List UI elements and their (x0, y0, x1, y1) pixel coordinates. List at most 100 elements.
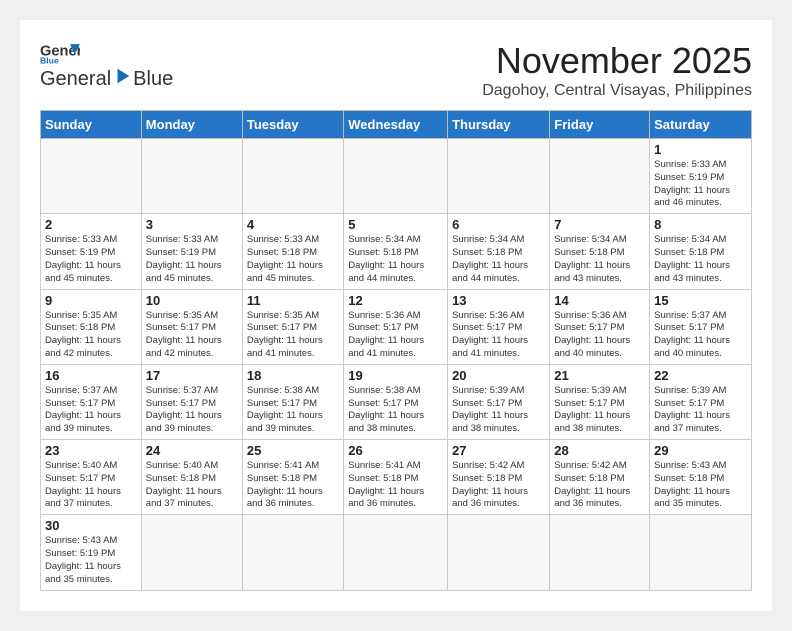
day-cell-2: 2 Sunrise: 5:33 AMSunset: 5:19 PMDaylight… (41, 214, 142, 289)
day-number: 20 (452, 368, 545, 383)
calendar-page: General Blue General Blue November 2025 … (20, 20, 772, 611)
title-area: November 2025 Dagohoy, Central Visayas, … (482, 40, 752, 100)
day-cell-15: 15Sunrise: 5:37 AMSunset: 5:17 PMDayligh… (650, 289, 752, 364)
day-info: Sunrise: 5:36 AMSunset: 5:17 PMDaylight:… (348, 310, 443, 361)
day-number: 25 (247, 443, 339, 458)
day-number: 26 (348, 443, 443, 458)
day-number: 21 (554, 368, 645, 383)
day-info: Sunrise: 5:35 AMSunset: 5:17 PMDaylight:… (247, 310, 339, 361)
day-cell-28: 28 Sunrise: 5:42 AMSunset: 5:18 PMDayligh… (550, 440, 650, 515)
weekday-header-friday: Friday (550, 111, 650, 139)
empty-cell (141, 139, 242, 214)
week-row-5: 23 Sunrise: 5:40 AMSunset: 5:17 PMDayligh… (41, 440, 752, 515)
day-number: 18 (247, 368, 339, 383)
day-cell-4: 4 Sunrise: 5:33 AMSunset: 5:18 PMDaylight… (242, 214, 343, 289)
day-info: Sunrise: 5:42 AMSunset: 5:18 PMDaylight:… (554, 460, 645, 511)
day-info: Sunrise: 5:39 AMSunset: 5:17 PMDaylight:… (654, 385, 747, 436)
logo-icon: General Blue (40, 40, 80, 65)
day-info: Sunrise: 5:43 AMSunset: 5:19 PMDaylight:… (45, 535, 137, 586)
day-number: 14 (554, 293, 645, 308)
day-number: 3 (146, 217, 238, 232)
day-info: Sunrise: 5:33 AMSunset: 5:19 PMDaylight:… (45, 234, 137, 285)
day-number: 29 (654, 443, 747, 458)
day-info: Sunrise: 5:33 AMSunset: 5:19 PMDaylight:… (654, 159, 747, 210)
day-info: Sunrise: 5:35 AMSunset: 5:18 PMDaylight:… (45, 310, 137, 361)
day-cell-30: 30 Sunrise: 5:43 AMSunset: 5:19 PMDayligh… (41, 515, 142, 590)
day-number: 8 (654, 217, 747, 232)
weekday-header-sunday: Sunday (41, 111, 142, 139)
day-number: 17 (146, 368, 238, 383)
day-cell-14: 14Sunrise: 5:36 AMSunset: 5:17 PMDayligh… (550, 289, 650, 364)
day-info: Sunrise: 5:41 AMSunset: 5:18 PMDaylight:… (247, 460, 339, 511)
day-cell-29: 29 Sunrise: 5:43 AMSunset: 5:18 PMDayligh… (650, 440, 752, 515)
day-cell-17: 17 Sunrise: 5:37 AMSunset: 5:17 PMDayligh… (141, 364, 242, 439)
empty-cell (650, 515, 752, 590)
day-cell-18: 18 Sunrise: 5:38 AMSunset: 5:17 PMDayligh… (242, 364, 343, 439)
day-info: Sunrise: 5:33 AMSunset: 5:18 PMDaylight:… (247, 234, 339, 285)
day-number: 9 (45, 293, 137, 308)
day-number: 5 (348, 217, 443, 232)
empty-cell (344, 515, 448, 590)
day-number: 2 (45, 217, 137, 232)
day-number: 23 (45, 443, 137, 458)
day-info: Sunrise: 5:38 AMSunset: 5:17 PMDaylight:… (348, 385, 443, 436)
day-cell-13: 13Sunrise: 5:36 AMSunset: 5:17 PMDayligh… (448, 289, 550, 364)
day-number: 1 (654, 142, 747, 157)
header: General Blue General Blue November 2025 … (40, 40, 752, 100)
weekday-header-tuesday: Tuesday (242, 111, 343, 139)
day-info: Sunrise: 5:40 AMSunset: 5:18 PMDaylight:… (146, 460, 238, 511)
empty-cell (242, 139, 343, 214)
weekday-header-monday: Monday (141, 111, 242, 139)
day-number: 6 (452, 217, 545, 232)
day-number: 10 (146, 293, 238, 308)
day-number: 12 (348, 293, 443, 308)
day-cell-5: 5 Sunrise: 5:34 AMSunset: 5:18 PMDaylight… (344, 214, 448, 289)
day-info: Sunrise: 5:34 AMSunset: 5:18 PMDaylight:… (654, 234, 747, 285)
day-info: Sunrise: 5:35 AMSunset: 5:17 PMDaylight:… (146, 310, 238, 361)
day-number: 22 (654, 368, 747, 383)
day-info: Sunrise: 5:43 AMSunset: 5:18 PMDaylight:… (654, 460, 747, 511)
empty-cell (41, 139, 142, 214)
calendar-table: SundayMondayTuesdayWednesdayThursdayFrid… (40, 110, 752, 591)
day-info: Sunrise: 5:42 AMSunset: 5:18 PMDaylight:… (452, 460, 545, 511)
day-cell-21: 21Sunrise: 5:39 AMSunset: 5:17 PMDayligh… (550, 364, 650, 439)
day-cell-22: 22 Sunrise: 5:39 AMSunset: 5:17 PMDayligh… (650, 364, 752, 439)
week-row-3: 9 Sunrise: 5:35 AMSunset: 5:18 PMDaylight… (41, 289, 752, 364)
day-number: 4 (247, 217, 339, 232)
day-cell-25: 25 Sunrise: 5:41 AMSunset: 5:18 PMDayligh… (242, 440, 343, 515)
empty-cell (550, 515, 650, 590)
day-info: Sunrise: 5:34 AMSunset: 5:18 PMDaylight:… (554, 234, 645, 285)
day-cell-20: 20Sunrise: 5:39 AMSunset: 5:17 PMDayligh… (448, 364, 550, 439)
logo-triangle-icon (113, 67, 131, 85)
empty-cell (242, 515, 343, 590)
day-number: 11 (247, 293, 339, 308)
week-row-2: 2 Sunrise: 5:33 AMSunset: 5:19 PMDaylight… (41, 214, 752, 289)
day-cell-8: 8 Sunrise: 5:34 AMSunset: 5:18 PMDaylight… (650, 214, 752, 289)
weekday-header-wednesday: Wednesday (344, 111, 448, 139)
logo: General Blue General Blue (40, 40, 173, 91)
day-cell-16: 16Sunrise: 5:37 AMSunset: 5:17 PMDayligh… (41, 364, 142, 439)
empty-cell (448, 139, 550, 214)
day-cell-9: 9 Sunrise: 5:35 AMSunset: 5:18 PMDaylight… (41, 289, 142, 364)
day-cell-3: 3 Sunrise: 5:33 AMSunset: 5:19 PMDaylight… (141, 214, 242, 289)
day-info: Sunrise: 5:37 AMSunset: 5:17 PMDaylight:… (654, 310, 747, 361)
empty-cell (448, 515, 550, 590)
day-info: Sunrise: 5:33 AMSunset: 5:19 PMDaylight:… (146, 234, 238, 285)
day-cell-26: 26 Sunrise: 5:41 AMSunset: 5:18 PMDayligh… (344, 440, 448, 515)
day-cell-19: 19Sunrise: 5:38 AMSunset: 5:17 PMDayligh… (344, 364, 448, 439)
day-cell-11: 11 Sunrise: 5:35 AMSunset: 5:17 PMDayligh… (242, 289, 343, 364)
day-number: 7 (554, 217, 645, 232)
day-cell-10: 10 Sunrise: 5:35 AMSunset: 5:17 PMDayligh… (141, 289, 242, 364)
day-info: Sunrise: 5:40 AMSunset: 5:17 PMDaylight:… (45, 460, 137, 511)
day-number: 30 (45, 518, 137, 533)
day-info: Sunrise: 5:37 AMSunset: 5:17 PMDaylight:… (146, 385, 238, 436)
day-number: 28 (554, 443, 645, 458)
day-info: Sunrise: 5:41 AMSunset: 5:18 PMDaylight:… (348, 460, 443, 511)
weekday-header-saturday: Saturday (650, 111, 752, 139)
day-cell-1: 1 Sunrise: 5:33 AMSunset: 5:19 PMDaylight… (650, 139, 752, 214)
day-cell-27: 27Sunrise: 5:42 AMSunset: 5:18 PMDayligh… (448, 440, 550, 515)
day-info: Sunrise: 5:34 AMSunset: 5:18 PMDaylight:… (348, 234, 443, 285)
weekday-header-row: SundayMondayTuesdayWednesdayThursdayFrid… (41, 111, 752, 139)
day-info: Sunrise: 5:38 AMSunset: 5:17 PMDaylight:… (247, 385, 339, 436)
day-info: Sunrise: 5:36 AMSunset: 5:17 PMDaylight:… (452, 310, 545, 361)
